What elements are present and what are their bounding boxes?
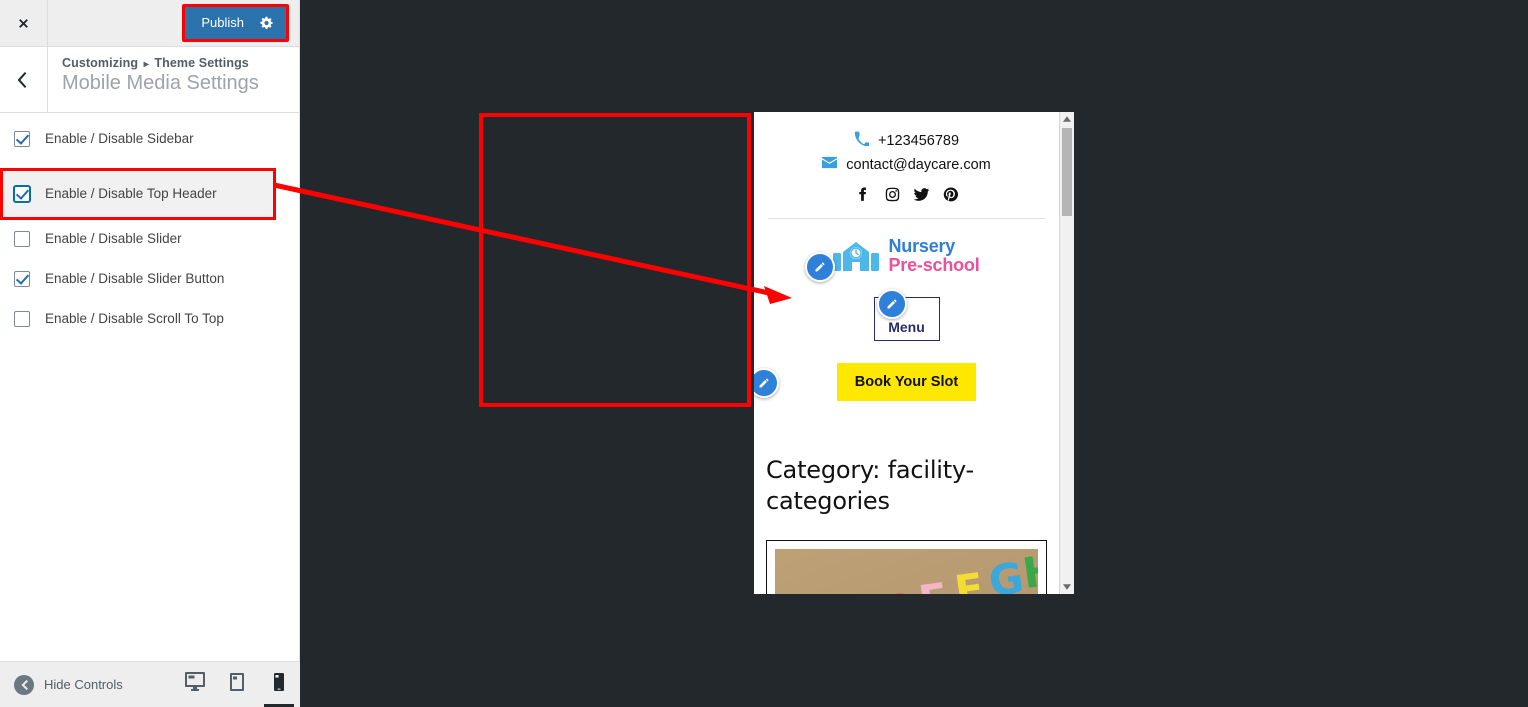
header-divider [768, 218, 1045, 219]
device-preview-switcher [174, 662, 300, 707]
site-top-header: +123456789 contact@daycare.com Nursery P… [754, 112, 1059, 411]
close-icon[interactable] [0, 0, 48, 46]
site-preview: +123456789 contact@daycare.com Nursery P… [754, 112, 1059, 594]
collapse-left-icon [14, 674, 34, 695]
tablet-icon [227, 672, 247, 697]
control-label: Enable / Disable Scroll To Top [45, 311, 224, 326]
preview-stage: +123456789 contact@daycare.com Nursery P… [300, 0, 1528, 707]
customizer-sidebar: Publish Customizing ▸ Theme Settings Mob… [0, 0, 300, 707]
post-thumbnail: A B C D E F G H I [775, 549, 1038, 594]
checkbox-sidebar[interactable] [14, 131, 30, 147]
breadcrumb-separator: ▸ [143, 59, 149, 70]
screen: +123456789 contact@daycare.com Nursery P… [0, 0, 1528, 707]
edit-shortcut-logo[interactable] [805, 252, 835, 282]
checkbox-scroll-to-top[interactable] [14, 311, 30, 327]
scrollbar-thumb[interactable] [1062, 128, 1072, 216]
checkbox-top-header[interactable] [14, 186, 30, 202]
page-title: Category: facility-categories [766, 455, 975, 516]
control-label: Enable / Disable Slider Button [45, 271, 225, 286]
scroll-down-icon[interactable] [1060, 580, 1074, 594]
control-label: Enable / Disable Slider [45, 231, 182, 246]
post-card[interactable]: A B C D E F G H I [766, 540, 1047, 594]
control-enable-disable-top-header[interactable]: Enable / Disable Top Header [0, 168, 276, 220]
device-button-mobile[interactable] [258, 662, 300, 707]
menu-label: Menu [888, 318, 925, 335]
site-body: Category: facility-categories A B C D E … [754, 411, 1059, 594]
control-enable-disable-sidebar[interactable]: Enable / Disable Sidebar [0, 124, 299, 164]
phone-icon [854, 131, 870, 150]
checkbox-slider[interactable] [14, 231, 30, 247]
pinterest-icon[interactable] [942, 186, 959, 208]
social-links [754, 186, 1059, 208]
edit-shortcut-menu[interactable] [877, 289, 907, 319]
header-email[interactable]: contact@daycare.com [754, 155, 1059, 174]
instagram-icon[interactable] [884, 186, 901, 208]
back-button[interactable] [0, 47, 48, 112]
control-enable-disable-slider[interactable]: Enable / Disable Slider [0, 224, 299, 264]
logo-wordmark: Nursery Pre-school [888, 237, 979, 275]
header-email-text: contact@daycare.com [846, 156, 991, 173]
panel-titles: Customizing ▸ Theme Settings Mobile Medi… [48, 47, 259, 112]
breadcrumb-parent[interactable]: Customizing [62, 56, 138, 70]
control-enable-disable-slider-button[interactable]: Enable / Disable Slider Button [0, 264, 299, 304]
preview-scrollbar[interactable] [1059, 112, 1074, 594]
mobile-preview-frame: +123456789 contact@daycare.com Nursery P… [754, 112, 1074, 594]
header-phone[interactable]: +123456789 [754, 131, 1059, 150]
publish-button[interactable]: Publish [185, 7, 286, 39]
logo-line-2: Pre-school [888, 254, 980, 275]
checkbox-slider-button[interactable] [14, 271, 30, 287]
hide-controls-button[interactable]: Hide Controls [14, 674, 123, 695]
breadcrumb-section[interactable]: Theme Settings [154, 56, 248, 70]
book-your-slot-button[interactable]: Book Your Slot [836, 362, 977, 401]
page-title: Mobile Media Settings [62, 72, 259, 94]
facebook-icon[interactable] [855, 186, 872, 208]
customizer-panel-header: Customizing ▸ Theme Settings Mobile Medi… [0, 47, 299, 113]
control-enable-disable-scroll-to-top[interactable]: Enable / Disable Scroll To Top [0, 304, 299, 344]
mobile-icon [269, 672, 289, 697]
publish-button-label: Publish [201, 15, 244, 30]
publish-highlight-box: Publish [182, 4, 289, 42]
device-button-desktop[interactable] [174, 662, 216, 707]
scroll-up-icon[interactable] [1060, 112, 1074, 126]
customizer-controls: Enable / Disable Sidebar Enable / Disabl… [0, 113, 299, 344]
site-logo[interactable]: Nursery Pre-school [754, 237, 1059, 275]
desktop-icon [185, 672, 205, 697]
logo-line-1: Nursery [888, 236, 956, 256]
customizer-footer: Hide Controls [0, 661, 300, 707]
school-building-icon [833, 241, 880, 271]
customizer-topbar: Publish [0, 0, 299, 47]
hide-controls-label: Hide Controls [44, 677, 123, 692]
breadcrumb: Customizing ▸ Theme Settings [62, 56, 259, 70]
header-phone-text: +123456789 [877, 132, 960, 149]
gear-icon[interactable] [260, 16, 274, 30]
control-label: Enable / Disable Sidebar [45, 131, 194, 146]
envelope-icon [822, 155, 838, 174]
control-label: Enable / Disable Top Header [45, 186, 217, 201]
twitter-icon[interactable] [913, 186, 930, 208]
device-button-tablet[interactable] [216, 662, 258, 707]
